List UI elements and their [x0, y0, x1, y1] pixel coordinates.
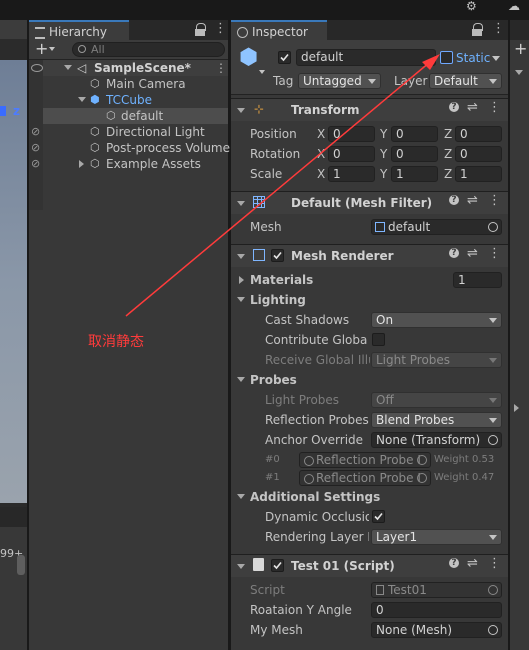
annotation-arrow-line: [125, 61, 431, 317]
annotation-arrow: [125, 54, 440, 317]
annotation-arrowhead: [422, 54, 440, 70]
annotation-text: 取消静态: [88, 334, 144, 350]
